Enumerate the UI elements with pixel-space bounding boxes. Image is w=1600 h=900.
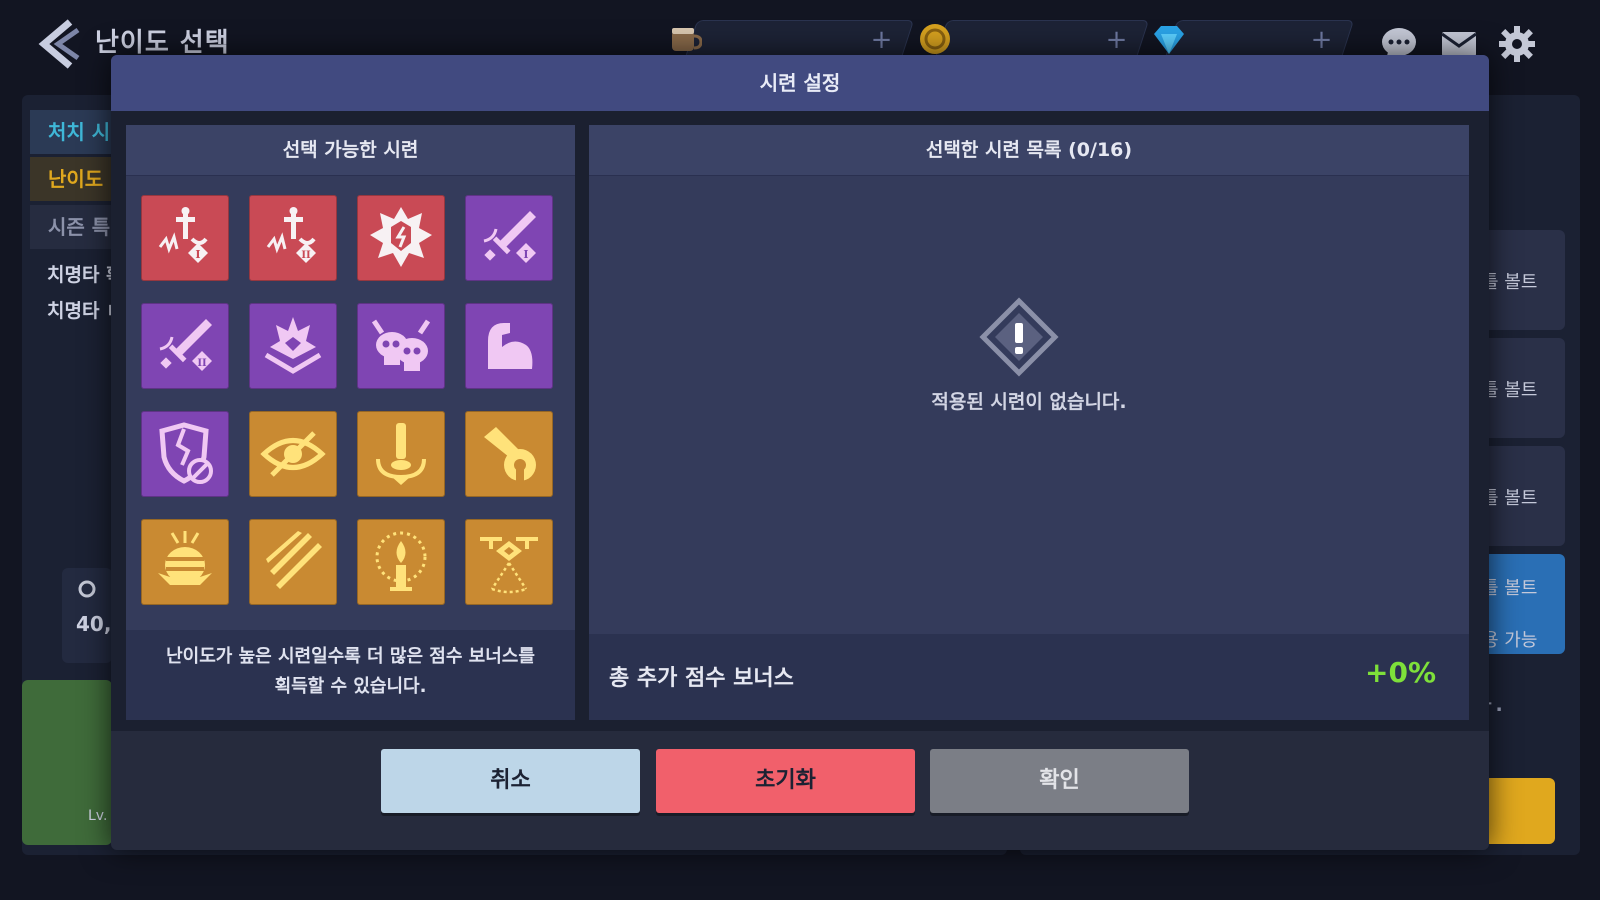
- available-trials-panel: 선택 가능한 시련 I II I II 난이도가 높은 시련일수록 더 많은 점…: [126, 125, 575, 720]
- page-title: 난이도 선택: [95, 28, 230, 58]
- trial-tile[interactable]: [465, 303, 553, 389]
- trial-tile[interactable]: [141, 519, 229, 605]
- drone-icon: [480, 537, 538, 594]
- broken-shield-icon: [159, 422, 213, 484]
- level-label: Lv.: [88, 808, 108, 824]
- sword-break-tier2-icon: II: [266, 207, 316, 263]
- blind-eye-icon: [260, 431, 326, 477]
- back-arrow-icon[interactable]: [34, 16, 80, 72]
- blue-gem-icon: [1154, 26, 1184, 54]
- cancel-button[interactable]: 취소: [381, 749, 640, 813]
- trial-tile[interactable]: [357, 411, 445, 497]
- sun-icon: [78, 580, 96, 598]
- trial-tile[interactable]: [357, 195, 445, 281]
- gear-icon[interactable]: [1498, 26, 1536, 62]
- total-bonus-label: 총 추가 점수 보너스: [609, 666, 794, 691]
- trial-tile[interactable]: [357, 519, 445, 605]
- gold-coin-icon: [920, 24, 950, 54]
- add-coffee-button[interactable]: +: [871, 25, 893, 55]
- trial-tile[interactable]: [465, 519, 553, 605]
- twin-skulls-icon: [371, 319, 431, 371]
- available-trials-title: 선택 가능한 시련: [126, 125, 575, 176]
- bg-stat-value: 40,: [76, 612, 112, 636]
- trial-tile[interactable]: II: [141, 303, 229, 389]
- add-gold-button[interactable]: +: [1106, 25, 1128, 55]
- sword-tier1-icon: I: [483, 211, 536, 263]
- modal-title: 시련 설정: [111, 55, 1489, 111]
- trial-tile[interactable]: I: [141, 195, 229, 281]
- avatar[interactable]: Lv.: [22, 680, 112, 845]
- confirm-button[interactable]: 확인: [930, 749, 1189, 813]
- selected-trials-panel: 선택한 시련 목록 (0/16) 적용된 시련이 없습니다. 총 추가 점수 보…: [589, 125, 1469, 720]
- bg-stat-box: 40,: [62, 568, 112, 663]
- trial-tile[interactable]: [465, 411, 553, 497]
- trial-tile[interactable]: [141, 411, 229, 497]
- bee-hive-icon: [158, 531, 212, 585]
- trial-tile[interactable]: [249, 303, 337, 389]
- candle-icon: [375, 531, 427, 591]
- flexed-arm-icon: [488, 323, 533, 369]
- empty-state-text: 적용된 시련이 없습니다.: [931, 391, 1127, 413]
- explosion-badge-icon: [370, 207, 432, 267]
- total-bonus-value: +0%: [1365, 656, 1436, 689]
- trial-settings-modal: 시련 설정 선택 가능한 시련 I II I II 난이도가 높은 시련일수록 …: [111, 55, 1489, 850]
- add-gem-button[interactable]: +: [1311, 25, 1333, 55]
- reset-button[interactable]: 초기화: [656, 749, 915, 813]
- modal-body: 선택 가능한 시련 I II I II 난이도가 높은 시련일수록 더 많은 점…: [111, 111, 1489, 731]
- svg-text:II: II: [301, 250, 311, 261]
- svg-text:I: I: [195, 248, 200, 261]
- claw-slash-icon: [266, 531, 322, 589]
- total-bonus-bar: 총 추가 점수 보너스 +0%: [589, 634, 1469, 720]
- coffee-icon: [672, 28, 702, 51]
- pillar-impact-icon: [376, 423, 426, 485]
- selected-trials-title: 선택한 시련 목록 (0/16): [589, 125, 1469, 176]
- warning-diamond-icon: [979, 297, 1059, 377]
- cannon-icon: [484, 427, 536, 481]
- trial-tile[interactable]: II: [249, 195, 337, 281]
- trial-tile[interactable]: [249, 519, 337, 605]
- trial-tile[interactable]: I: [465, 195, 553, 281]
- sword-tier2-icon: II: [159, 319, 212, 371]
- svg-text:II: II: [197, 358, 207, 369]
- crown-aura-icon: [264, 317, 322, 374]
- svg-text:I: I: [523, 248, 528, 261]
- trial-tile[interactable]: [357, 303, 445, 389]
- sword-break-tier1-icon: I: [158, 207, 208, 263]
- trial-tile[interactable]: [249, 411, 337, 497]
- difficulty-hint: 난이도가 높은 시련일수록 더 많은 점수 보너스를 획득할 수 있습니다.: [126, 630, 575, 720]
